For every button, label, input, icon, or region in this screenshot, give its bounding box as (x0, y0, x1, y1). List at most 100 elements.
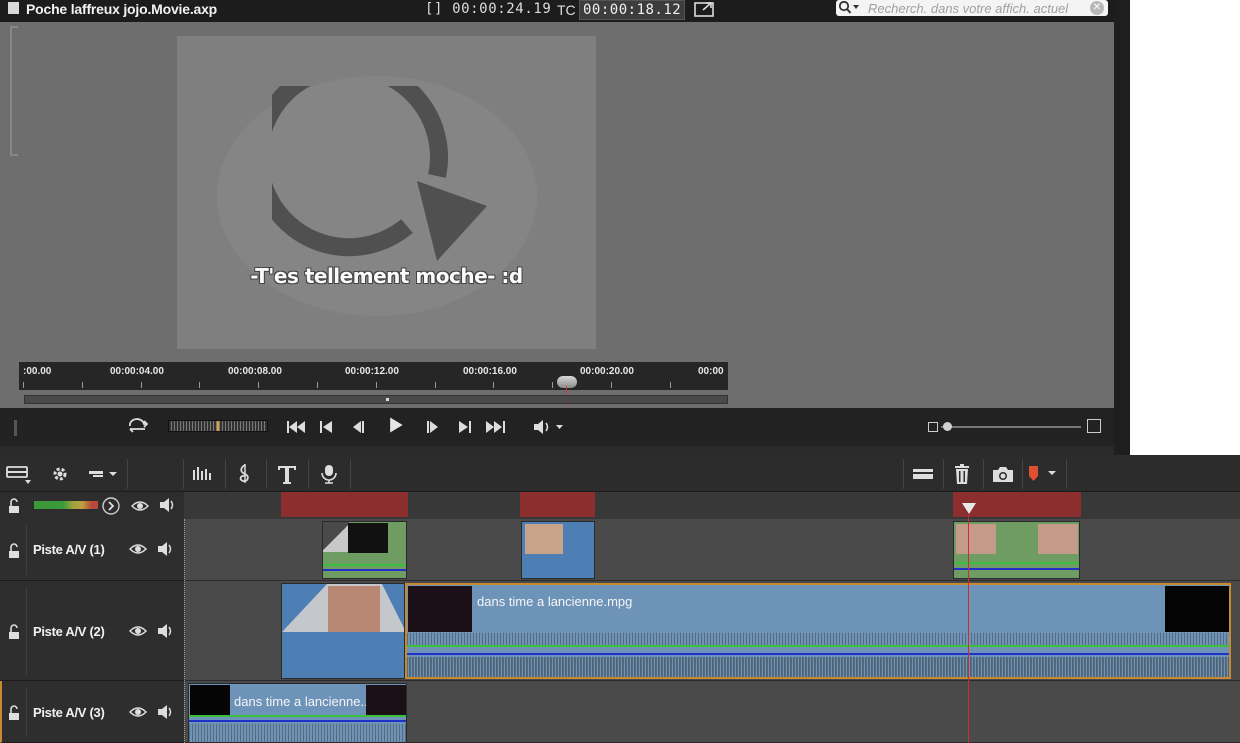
speaker-icon[interactable] (156, 623, 176, 639)
header-divider (26, 687, 27, 737)
timeline-panel: Piste A/V (1) Piste A/V (2) dans time a … (0, 455, 1240, 743)
previous-clip-icon[interactable] (318, 417, 336, 437)
track-lane-1[interactable] (184, 519, 1240, 581)
ruler-tick (670, 382, 671, 388)
lock-icon[interactable] (6, 624, 26, 640)
popout-icon[interactable] (693, 1, 715, 17)
preview-ruler[interactable]: :00.00 00:00:04.00 00:00:08.00 00:00:12.… (19, 362, 728, 390)
timecode-field[interactable]: 00:00:18.12 (579, 0, 685, 20)
preview-scrollbar[interactable] (24, 395, 728, 404)
storage-icon[interactable] (910, 462, 936, 486)
speaker-icon[interactable] (156, 704, 176, 720)
ruler-tick (141, 382, 142, 388)
scrubber-handle[interactable] (557, 376, 577, 388)
scroll-marker (386, 398, 389, 401)
visibility-eye-icon[interactable] (130, 498, 150, 514)
search-input[interactable] (868, 0, 1088, 16)
go-to-start-icon[interactable] (285, 417, 307, 437)
ruler-tick (376, 382, 377, 388)
marker-icon[interactable] (1026, 462, 1062, 486)
track-header-3: Piste A/V (3) (0, 681, 184, 743)
audio-waveform (407, 633, 1229, 645)
visibility-eye-icon[interactable] (128, 623, 148, 639)
loop-icon[interactable] (125, 417, 151, 437)
clip[interactable] (322, 521, 407, 579)
transition-clip[interactable] (281, 583, 405, 679)
expand-arrow-icon[interactable] (101, 496, 121, 516)
clear-search-icon[interactable]: ✕ (1090, 1, 1104, 15)
next-clip-icon[interactable] (455, 417, 473, 437)
track-header-2: Piste A/V (2) (0, 581, 184, 681)
video-subtitle: -T'es tellement moche- :d (250, 264, 523, 288)
project-title: Poche laffreux jojo.Movie.axp (26, 1, 218, 17)
audio-level-line (323, 564, 406, 566)
selected-clip[interactable]: dans time a lancienne.mpg (405, 583, 1231, 679)
timeline-start-line (184, 519, 185, 743)
track-name: Piste A/V (3) (33, 705, 105, 720)
zoom-slider-knob[interactable] (943, 422, 952, 431)
master-track-row (0, 492, 1240, 519)
ruler-label: 00:00:20.00 (580, 366, 634, 377)
speaker-icon[interactable] (158, 497, 178, 513)
track-name: Piste A/V (2) (33, 624, 105, 639)
previous-frame-icon[interactable] (349, 417, 367, 437)
title-icon[interactable] (275, 462, 299, 486)
storyboard-icon[interactable] (5, 462, 33, 486)
visibility-eye-icon[interactable] (128, 541, 148, 557)
clip-thumbnail (328, 586, 380, 632)
voiceover-mic-icon[interactable] (318, 462, 340, 486)
go-to-end-icon[interactable] (484, 417, 508, 437)
toolbar-separator (127, 459, 128, 489)
toolbar-separator (983, 459, 984, 489)
ruler-label: 00:00:12.00 (345, 366, 399, 377)
lock-icon[interactable] (6, 543, 26, 559)
search-box[interactable]: ✕ (836, 0, 1108, 16)
track-name: Piste A/V (1) (33, 542, 105, 557)
ruler-label: :00.00 (23, 366, 52, 377)
volume-icon[interactable] (532, 417, 566, 437)
toolbar-separator (1066, 459, 1067, 489)
zoom-slider-track[interactable] (941, 426, 1081, 428)
replay-icon (272, 86, 487, 261)
playhead-handle[interactable] (962, 503, 976, 514)
toolbar-separator (308, 459, 309, 489)
volume-line (323, 569, 406, 571)
visibility-eye-icon[interactable] (128, 704, 148, 720)
next-frame-icon[interactable] (424, 417, 442, 437)
ruler-tick (552, 382, 553, 388)
track-lane-3[interactable]: dans time a lancienne... (184, 681, 1240, 743)
snapshot-icon[interactable] (990, 462, 1016, 486)
music-icon[interactable] (234, 462, 256, 486)
preview-panel: Poche laffreux jojo.Movie.axp [] 00:00:2… (0, 0, 1130, 455)
zoom-in-icon[interactable] (1087, 419, 1101, 433)
audio-waveform (407, 657, 1229, 677)
settings-gear-icon[interactable] (48, 462, 72, 486)
jog-shuttle[interactable] (168, 420, 268, 432)
audio-waveform (189, 724, 406, 742)
audio-level-meter (34, 501, 98, 509)
audio-mixer-icon[interactable] (190, 462, 214, 486)
master-track-header (0, 492, 184, 519)
dropdown-icon[interactable] (87, 462, 121, 486)
timeline-marker-range[interactable] (281, 492, 408, 517)
search-icon[interactable] (838, 0, 860, 16)
panel-divider[interactable] (1114, 0, 1130, 455)
lock-icon[interactable] (6, 705, 26, 721)
track-lane-2[interactable]: dans time a lancienne.mpg (184, 581, 1240, 681)
ruler-tick (82, 382, 83, 388)
clip-thumbnail (190, 685, 230, 715)
speaker-icon[interactable] (156, 541, 176, 557)
play-icon[interactable] (385, 415, 407, 435)
timeline-marker-range[interactable] (520, 492, 595, 517)
clip-thumbnail (525, 524, 563, 554)
ruler-label: 00:00:08.00 (228, 366, 282, 377)
lock-icon[interactable] (6, 498, 26, 514)
clip[interactable]: dans time a lancienne... (188, 683, 407, 743)
timeline-playhead[interactable] (968, 515, 969, 743)
zoom-out-icon[interactable] (928, 422, 938, 432)
clip[interactable] (521, 521, 595, 579)
toolbar-separator (183, 459, 184, 489)
trash-icon[interactable] (951, 462, 973, 486)
clip[interactable] (953, 521, 1080, 579)
toolbar-separator (350, 459, 351, 489)
